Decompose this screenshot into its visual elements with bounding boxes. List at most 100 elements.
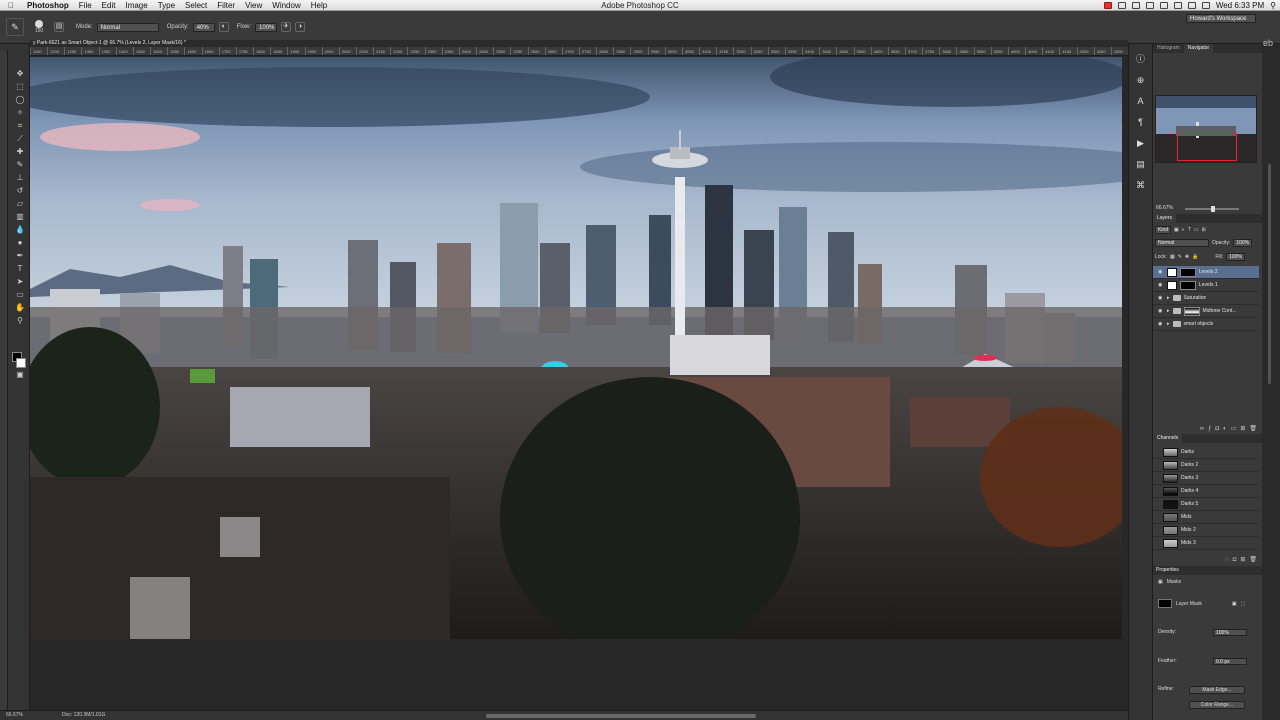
lock-all-icon[interactable]: 🔒 [1192, 254, 1198, 260]
airbrush-icon[interactable]: ✈ [281, 22, 292, 32]
menu-help[interactable]: Help [306, 0, 332, 11]
channel-row[interactable]: Darks 2 [1153, 459, 1259, 472]
image-canvas[interactable] [30, 57, 1122, 639]
menu-photoshop[interactable]: Photoshop [22, 0, 74, 11]
visibility-eye-icon[interactable]: ◉ [1158, 269, 1164, 275]
new-layer-icon[interactable]: ⊞ [1240, 425, 1245, 432]
path-select-tool-icon[interactable]: ➤ [14, 276, 26, 287]
lock-transparent-icon[interactable]: ▦ [1170, 254, 1175, 260]
flow-field[interactable]: 100% [255, 22, 278, 32]
battery-icon[interactable] [1201, 2, 1210, 9]
eyedropper-tool-icon[interactable]: ⟋ [14, 133, 26, 144]
layer-opacity-field[interactable]: 100% [1233, 239, 1253, 247]
history-panel-icon[interactable]: ▤ [1134, 158, 1148, 170]
layer-fill-field[interactable]: 100% [1226, 253, 1245, 261]
layer-mask-thumbnail[interactable] [1183, 306, 1200, 316]
channel-row[interactable]: Darks 3 [1153, 472, 1259, 485]
workspace-select[interactable]: Howard's Workspace [1186, 14, 1256, 23]
filter-shape-icon[interactable]: ▭ [1194, 227, 1199, 233]
brush-tool-preset-icon[interactable]: ✎ [6, 18, 24, 36]
panels-scrollbar[interactable] [1268, 164, 1271, 384]
eraser-tool-icon[interactable]: ▱ [14, 198, 26, 209]
layer-row[interactable]: ◉ ▸ Midtone Cont... [1153, 305, 1259, 318]
document-tab[interactable]: y Park-6621 as Smart Object-1 @ 66.7% (L… [30, 40, 1128, 47]
paragraph-panel-icon[interactable]: ¶ [1134, 116, 1148, 128]
apple-menu-icon[interactable]:  [0, 1, 22, 10]
pen-tool-icon[interactable]: ✒ [14, 250, 26, 261]
mode-select[interactable]: Normal [96, 22, 159, 32]
menu-file[interactable]: File [74, 0, 97, 11]
opacity-field[interactable]: 40% [192, 22, 215, 32]
channel-row[interactable]: Mids 2 [1153, 524, 1259, 537]
layer-row[interactable]: ◉ ▸ smart objects [1153, 318, 1259, 331]
channel-row[interactable]: Mids 3 [1153, 537, 1259, 550]
layer-mask-thumbnail[interactable] [1180, 280, 1196, 290]
layer-row[interactable]: ◉ Levels 2 [1153, 266, 1259, 279]
dropbox-status-icon[interactable] [1117, 2, 1126, 9]
brush-panel-toggle-icon[interactable]: ▤ [54, 22, 64, 32]
clone-stamp-tool-icon[interactable]: ⊥ [14, 172, 26, 183]
info-panel-icon[interactable]: ⓘ [1134, 53, 1148, 65]
new-channel-icon[interactable]: ⊞ [1240, 556, 1245, 563]
navigator-slider-knob[interactable] [1211, 206, 1215, 212]
gradient-tool-icon[interactable]: ▥ [14, 211, 26, 222]
layer-mask-thumbnail[interactable] [1180, 267, 1196, 277]
visibility-eye-icon[interactable]: ◉ [1158, 308, 1164, 314]
character-panel-icon[interactable]: A [1134, 95, 1148, 107]
expand-triangle-icon[interactable]: ▸ [1167, 308, 1170, 314]
blur-tool-icon[interactable]: 💧 [14, 224, 26, 235]
sync-status-icon[interactable] [1131, 2, 1140, 9]
expand-triangle-icon[interactable]: ▸ [1167, 295, 1170, 301]
background-color-swatch[interactable] [16, 358, 26, 368]
channel-row[interactable]: Mids [1153, 511, 1259, 524]
spotlight-icon[interactable]: ⚲ [1270, 1, 1276, 10]
volume-icon[interactable] [1187, 2, 1196, 9]
kind-filter-select[interactable]: Kind [1155, 226, 1172, 234]
new-adjustment-icon[interactable]: ◐ [1223, 426, 1227, 432]
brush-size-picker[interactable]: 150 [28, 18, 50, 36]
type-tool-icon[interactable]: T [14, 263, 26, 274]
adjustments-panel-icon[interactable]: ⊕ [1134, 74, 1148, 86]
filter-type-icon[interactable]: T [1188, 227, 1191, 233]
menu-select[interactable]: Select [180, 0, 212, 11]
link-layers-icon[interactable]: ∞ [1200, 426, 1204, 432]
filter-smart-icon[interactable]: ⊞ [1202, 227, 1206, 233]
horizontal-ruler[interactable]: 1150 1200 1250 1300 1350 1400 1450 1500 1550 1600… [30, 47, 1128, 56]
time-machine-icon[interactable] [1145, 2, 1154, 9]
quick-select-tool-icon[interactable]: ✧ [14, 107, 26, 118]
expand-triangle-icon[interactable]: ▸ [1167, 321, 1170, 327]
navigator-thumbnail[interactable] [1155, 95, 1257, 163]
menu-type[interactable]: Type [153, 0, 180, 11]
visibility-eye-icon[interactable]: ◉ [1158, 321, 1164, 327]
hand-tool-icon[interactable]: ✋ [14, 302, 26, 313]
pressure-opacity-icon[interactable]: ◐ [218, 22, 229, 32]
menu-window[interactable]: Window [267, 0, 305, 11]
layer-row[interactable]: ◉ ▸ Saturation [1153, 292, 1259, 305]
shape-tool-icon[interactable]: ▭ [14, 289, 26, 300]
brush-presets-panel-icon[interactable]: ⌘ [1134, 179, 1148, 191]
delete-channel-icon[interactable]: 🗑 [1249, 556, 1257, 563]
add-mask-icon[interactable]: ◘ [1215, 426, 1219, 432]
tab-histogram[interactable]: Histogram [1153, 44, 1184, 53]
lasso-tool-icon[interactable]: ◯ [14, 94, 26, 105]
pressure-size-icon[interactable]: ◑ [295, 22, 306, 32]
menu-edit[interactable]: Edit [97, 0, 121, 11]
menu-filter[interactable]: Filter [212, 0, 240, 11]
navigator-zoom-value[interactable]: 66.67% [1156, 205, 1173, 211]
lock-pixels-icon[interactable]: ✎ [1178, 254, 1182, 260]
navigator-view-box[interactable] [1177, 133, 1237, 161]
move-tool-icon[interactable]: ✥ [14, 68, 26, 79]
visibility-eye-icon[interactable]: ◉ [1158, 282, 1164, 288]
vertical-ruler[interactable] [0, 50, 8, 710]
channel-row[interactable]: Darks 4 [1153, 485, 1259, 498]
record-status-icon[interactable] [1103, 2, 1112, 9]
marquee-tool-icon[interactable]: ⬚ [14, 81, 26, 92]
wifi-icon[interactable] [1173, 2, 1182, 9]
add-vector-mask-icon[interactable]: ⬚ [1241, 601, 1246, 607]
channel-row[interactable]: Darks [1153, 446, 1259, 459]
actions-panel-icon[interactable]: ▶ [1134, 137, 1148, 149]
density-field[interactable]: 100% [1213, 629, 1247, 636]
layer-style-icon[interactable]: ƒ [1208, 426, 1211, 432]
navigator-zoom-slider[interactable] [1185, 206, 1239, 212]
channel-row[interactable]: Darks 5 [1153, 498, 1259, 511]
